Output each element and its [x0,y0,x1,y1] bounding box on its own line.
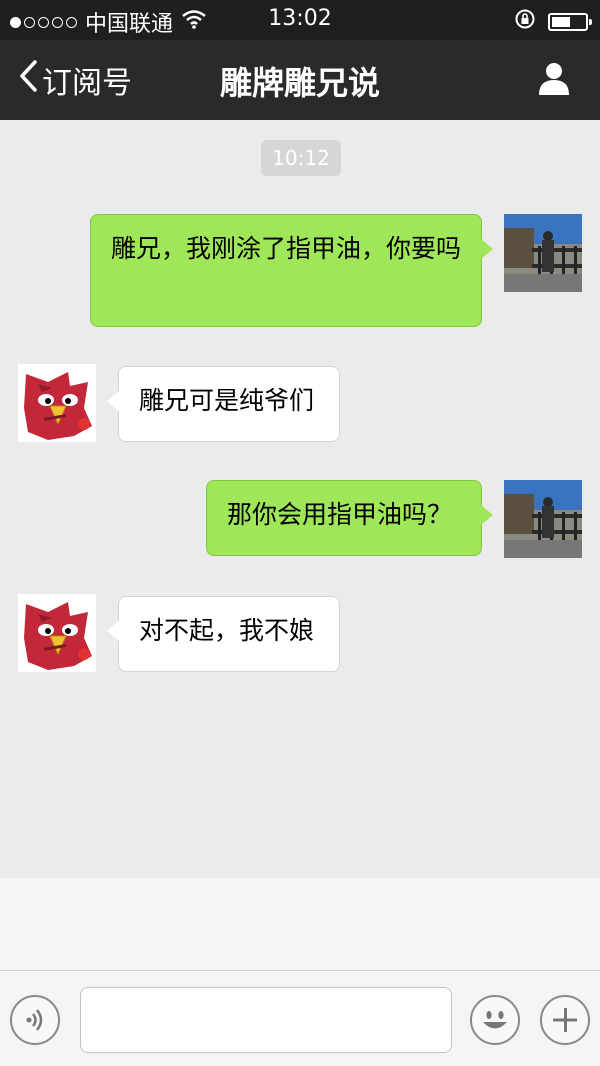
message-input[interactable] [80,987,452,1053]
status-right [514,8,592,36]
message-timestamp: 10:12 [261,140,341,176]
message-bubble-sent[interactable]: 雕兄，我刚涂了指甲油，你要吗 [90,214,493,327]
user-profile-button[interactable] [536,60,572,100]
status-bar: 中国联通 13:02 [0,0,600,40]
message-bubble-received[interactable]: 雕兄可是纯爷们 [107,366,340,442]
voice-icon [12,1009,58,1047]
voice-button[interactable] [10,995,60,1045]
official-account-avatar[interactable] [18,364,96,442]
nav-bar: 订阅号 雕牌雕兄说 [0,40,600,120]
chat-area[interactable]: 10:12 雕兄，我刚涂了指甲油，你要吗 雕兄可是纯爷们 那你会用指甲油吗？ 对… [0,120,600,878]
my-avatar[interactable] [504,480,582,558]
user-icon [536,63,572,100]
rotation-lock-icon [514,8,536,36]
emoji-icon [472,1011,518,1047]
input-area [0,878,600,1066]
more-options-button[interactable] [540,995,590,1045]
battery-icon [548,13,592,31]
message-bubble-received[interactable]: 对不起，我不娘 [107,596,340,672]
status-time: 13:02 [268,6,332,31]
message-bubble-sent[interactable]: 那你会用指甲油吗？ [206,480,493,556]
chat-title: 雕牌雕兄说 [219,64,380,102]
emoji-button[interactable] [470,995,520,1045]
input-bar [0,970,600,1066]
official-account-avatar[interactable] [18,594,96,672]
my-avatar[interactable] [504,214,582,292]
plus-icon [542,1008,588,1047]
